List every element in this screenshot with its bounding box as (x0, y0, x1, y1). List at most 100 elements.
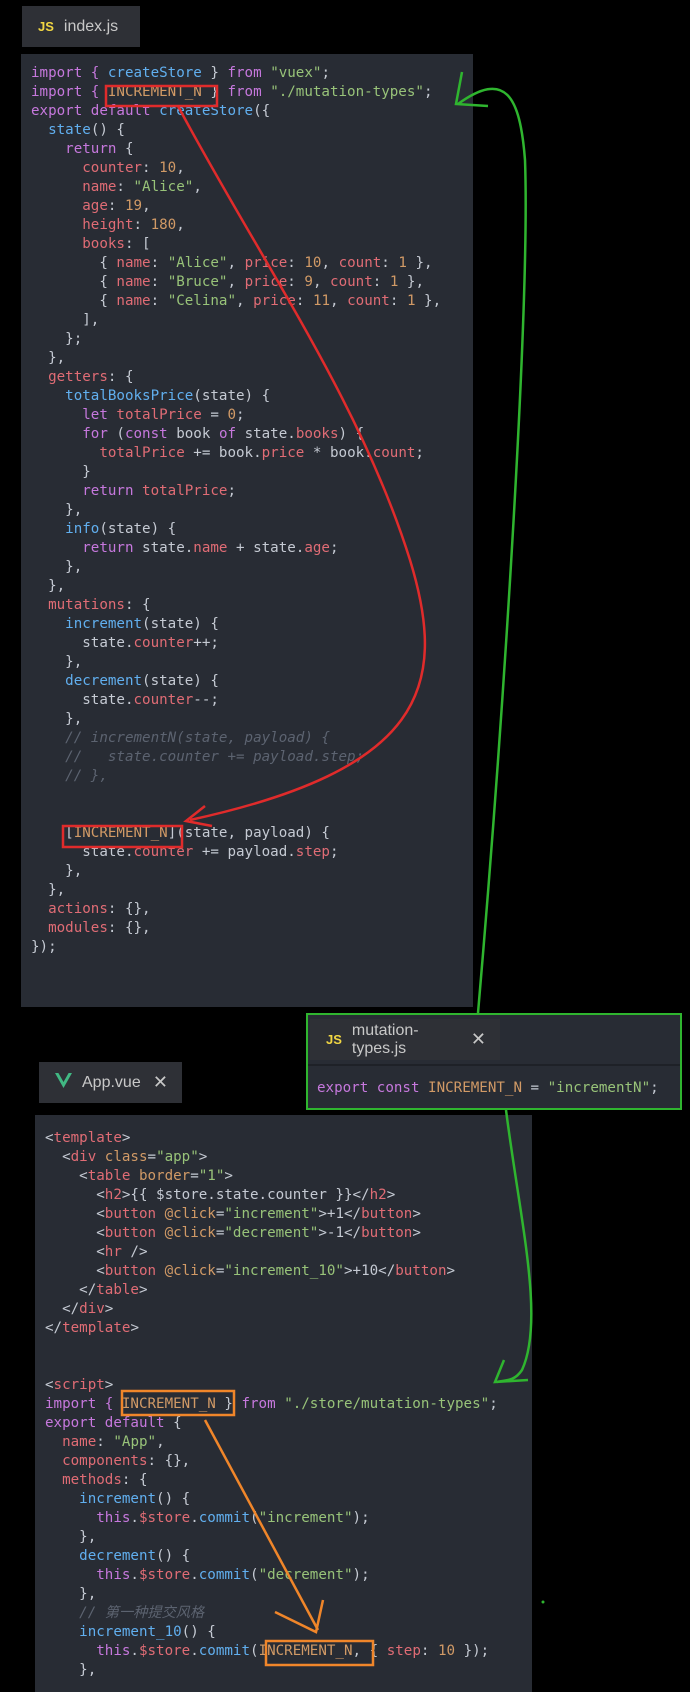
code-token: getters (48, 369, 108, 385)
code-token: > (446, 1263, 456, 1279)
close-icon[interactable]: ✕ (153, 1072, 168, 1093)
code-token: "Alice" (167, 255, 228, 271)
tab-index-js[interactable]: JS index.js (22, 6, 140, 47)
code-token: : (116, 179, 134, 195)
app-vue-editor[interactable]: <template> <div class="app"> <table bord… (35, 1115, 532, 1692)
code-token: book (176, 426, 219, 442)
code-line: // }, (31, 767, 441, 786)
code-token: count (372, 445, 416, 461)
code-line: }); (31, 938, 441, 957)
code-token: button (361, 1206, 413, 1222)
code-token: ; (321, 65, 330, 81)
code-token: name (82, 179, 117, 195)
code-token: { (116, 141, 134, 157)
code-token: }, (398, 274, 425, 290)
code-token: : (295, 293, 313, 309)
code-line: }, (45, 1661, 498, 1680)
code-token: div (79, 1301, 105, 1317)
code-token: price (253, 293, 296, 309)
code-line: export default createStore({ (31, 102, 441, 121)
code-line: actions: {}, (31, 900, 441, 919)
code-token: this (96, 1643, 131, 1659)
code-token: }); (31, 939, 57, 955)
green-dot (541, 1600, 545, 1604)
code-token: : (150, 274, 168, 290)
code-line: // 第一种提交风格 (45, 1604, 498, 1623)
code-token: : (381, 255, 399, 271)
code-line: export const INCREMENT_N = "incrementN"; (317, 1079, 659, 1098)
code-token: counter (133, 635, 194, 651)
code-token: , (236, 293, 254, 309)
code-token: ; (423, 84, 433, 100)
tab-mutation-types-js[interactable]: JS mutation-types.js ✕ (310, 1019, 500, 1060)
code-line: // incrementN(state, payload) { (31, 729, 441, 748)
js-file-icon: JS (326, 1032, 342, 1047)
code-token: , (156, 1434, 165, 1450)
code-token: INCREMENT_N (258, 1643, 353, 1659)
code-token: decrement (65, 673, 143, 689)
code-token: () { (156, 1548, 191, 1564)
code-token: * book. (304, 445, 373, 461)
code-token: >+1</ (318, 1206, 362, 1222)
index-js-editor[interactable]: import { createStore } from "vuex"; impor… (21, 54, 473, 1007)
code-token: (state) { (193, 388, 271, 404)
code-token: : (372, 274, 390, 290)
code-token: = (522, 1080, 548, 1096)
code-token: : (107, 198, 125, 214)
code-token: modules (48, 920, 108, 936)
code-token: commit (198, 1567, 251, 1583)
code-token: }, (31, 654, 83, 670)
code-token: import { (45, 1396, 122, 1412)
code-token: 180 (150, 217, 177, 233)
code-line: { name: "Alice", price: 10, count: 1 }, (31, 254, 441, 273)
tab-label: mutation-types.js (351, 1021, 419, 1057)
code-token: template (62, 1320, 131, 1336)
code-line: [INCREMENT_N](state, payload) { (31, 824, 441, 843)
code-token: ++; (193, 635, 219, 651)
code-token: from (227, 65, 271, 81)
code-token: "decrement" (258, 1567, 353, 1583)
code-token: price (261, 445, 305, 461)
code-token: 9 (304, 274, 313, 290)
code-token: } (201, 84, 228, 100)
code-line: books: [ (31, 235, 441, 254)
code-token: . (190, 1567, 199, 1583)
tab-app-vue[interactable]: App.vue ✕ (39, 1062, 182, 1103)
code-token: < (45, 1187, 105, 1203)
code-token: () { (181, 1624, 216, 1640)
code-token: age (304, 540, 330, 556)
code-token: > (104, 1377, 114, 1393)
code-line: <button @click="decrement">-1</button> (45, 1224, 498, 1243)
code-token: , { (352, 1643, 387, 1659)
code-token: "Celina" (167, 293, 237, 309)
code-token: mutations (48, 597, 125, 613)
code-token: . (190, 1643, 199, 1659)
code-token: ( (250, 1643, 259, 1659)
code-token: , (176, 217, 185, 233)
code-token: }, (45, 1662, 97, 1678)
code-token: counter (82, 160, 143, 176)
code-token: script (53, 1377, 105, 1393)
code-token: += book. (184, 445, 262, 461)
code-token: ); (352, 1567, 370, 1583)
code-line: return state.name + state.age; (31, 539, 441, 558)
code-token: count (347, 293, 390, 309)
close-icon[interactable]: ✕ (471, 1029, 486, 1050)
code-line: increment_10() { (45, 1623, 498, 1642)
code-token: counter (133, 844, 194, 860)
code-token: --; (193, 692, 219, 708)
code-token: $store (138, 1510, 191, 1526)
code-token: increment (79, 1491, 157, 1507)
code-token: count (330, 274, 373, 290)
code-line: </template> (45, 1319, 498, 1338)
code-line: <script> (45, 1376, 498, 1395)
code-line: increment(state) { (31, 615, 441, 634)
code-line: ], (31, 311, 441, 330)
code-token: totalPrice (99, 445, 185, 461)
code-token: export const (317, 1080, 429, 1096)
